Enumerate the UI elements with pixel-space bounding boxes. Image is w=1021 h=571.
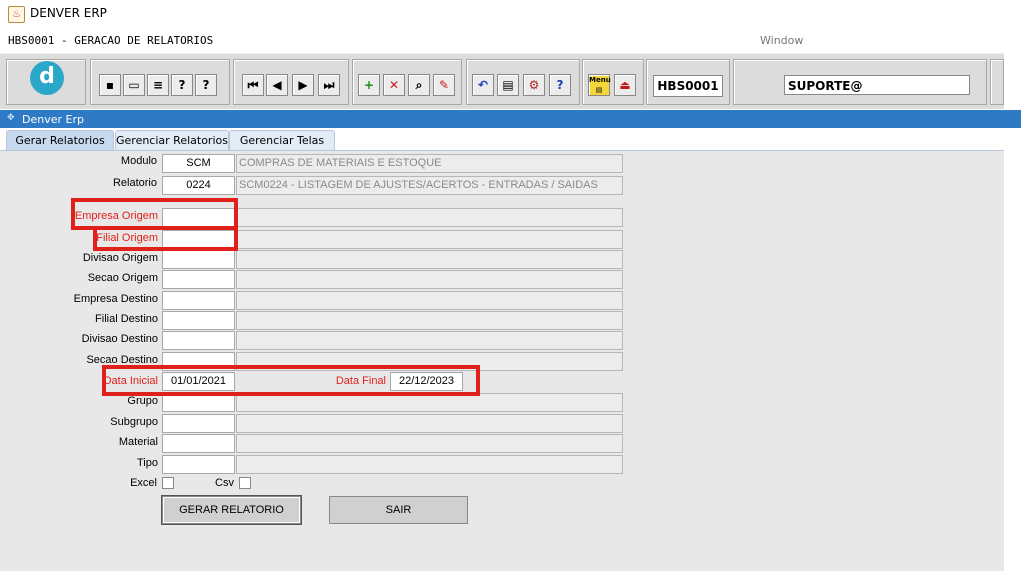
help-icon[interactable]: ? xyxy=(549,74,571,96)
first-record-icon[interactable]: ⏮ xyxy=(242,74,264,96)
sair-button[interactable]: SAIR xyxy=(329,496,468,524)
divisao-destino-field[interactable] xyxy=(162,331,235,350)
menu-icon[interactable]: Menu ▤ xyxy=(588,74,611,96)
divisao-destino-label: Divisao Destino xyxy=(81,333,158,345)
filial-destino-field[interactable] xyxy=(162,311,235,330)
tools-group: ↶ ▤ ⚙ ? xyxy=(466,59,580,105)
exit-icon[interactable]: ⏏ xyxy=(614,74,636,96)
modulo-desc: COMPRAS DE MATERIAIS E ESTOQUE xyxy=(236,154,623,173)
tab-gerar-relatorios[interactable]: Gerar Relatorios xyxy=(6,130,114,151)
tipo-desc xyxy=(236,455,623,474)
secao-origem-desc xyxy=(236,270,623,289)
toolbar-edge xyxy=(990,59,1004,105)
app-frame-icon: ✥ xyxy=(7,113,15,123)
record-group: + ✕ ⌕ ✎ xyxy=(352,59,462,105)
help-query-icon[interactable]: ? xyxy=(171,74,193,96)
divisao-origem-label: Divisao Origem xyxy=(82,252,158,264)
edit-icon[interactable]: ✎ xyxy=(433,74,455,96)
window-title: DENVER ERP xyxy=(30,6,107,20)
highlight-dates xyxy=(102,365,480,396)
tipo-label: Tipo xyxy=(137,457,158,469)
user-group: SUPORTE@ xyxy=(733,59,987,105)
csv-label: Csv xyxy=(215,477,234,489)
divisao-destino-desc xyxy=(236,331,623,350)
user-name: SUPORTE@ xyxy=(784,75,970,95)
edit-group: ▪ ▭ ≡ ? ? xyxy=(90,59,230,105)
query-icon[interactable]: ⌕ xyxy=(408,74,430,96)
material-field[interactable] xyxy=(162,434,235,453)
java-icon: ♨ xyxy=(8,6,25,23)
secao-origem-label: Secao Origem xyxy=(87,272,158,284)
filial-destino-label: Filial Destino xyxy=(95,313,158,325)
print-icon[interactable]: ≡ xyxy=(147,74,169,96)
last-record-icon[interactable]: ⏭ xyxy=(318,74,340,96)
program-code: HBS0001 xyxy=(653,75,723,97)
grupo-label: Grupo xyxy=(127,395,158,407)
prev-record-icon[interactable]: ◀ xyxy=(266,74,288,96)
toolbar: ▪ ▭ ≡ ? ? ⏮ ◀ ▶ ⏭ + ✕ ⌕ ✎ ↶ ▤ ⚙ ? Menu ▤ … xyxy=(0,53,1004,109)
window-icon[interactable]: ▭ xyxy=(123,74,145,96)
help-query-alt-icon[interactable]: ? xyxy=(195,74,217,96)
tab-gerenciar-telas[interactable]: Gerenciar Telas xyxy=(229,130,335,151)
undo-icon[interactable]: ↶ xyxy=(472,74,494,96)
form-title: HBS0001 - GERACAO DE RELATORIOS xyxy=(8,34,214,47)
csv-checkbox[interactable] xyxy=(239,477,251,489)
window-titlebar: ♨ DENVER ERP xyxy=(0,0,1021,29)
subgrupo-label: Subgrupo xyxy=(110,416,158,428)
empresa-origem-desc xyxy=(236,208,623,227)
relatorio-label: Relatorio xyxy=(112,177,157,189)
filial-origem-desc xyxy=(236,230,623,249)
divisao-origem-field[interactable] xyxy=(162,250,235,269)
menu-group: Menu ▤ ⏏ xyxy=(582,59,644,105)
relatorio-desc: SCM0224 - LISTAGEM DE AJUSTES/ACERTOS - … xyxy=(236,176,623,195)
navigation-group: ⏮ ◀ ▶ ⏭ xyxy=(233,59,349,105)
filial-destino-desc xyxy=(236,311,623,330)
window-menu[interactable]: Window xyxy=(760,34,803,47)
relatorio-code-field[interactable]: 0224 xyxy=(162,176,235,195)
tipo-field[interactable] xyxy=(162,455,235,474)
divisao-origem-desc xyxy=(236,250,623,269)
gerar-relatorio-button[interactable]: GERAR RELATORIO xyxy=(162,496,301,524)
empresa-destino-desc xyxy=(236,291,623,310)
subgrupo-desc xyxy=(236,414,623,433)
app-header: ✥ Denver Erp xyxy=(0,110,1021,128)
app-header-title: Denver Erp xyxy=(22,113,84,126)
material-label: Material xyxy=(118,436,158,448)
denver-logo-icon: d xyxy=(30,61,64,95)
save-icon[interactable]: ▪ xyxy=(99,74,121,96)
delete-record-icon[interactable]: ✕ xyxy=(383,74,405,96)
tab-gerenciar-relatorios[interactable]: Gerenciar Relatorios xyxy=(115,130,229,151)
material-desc xyxy=(236,434,623,453)
subgrupo-field[interactable] xyxy=(162,414,235,433)
tools-icon[interactable]: ⚙ xyxy=(523,74,545,96)
modulo-code-field[interactable]: SCM xyxy=(162,154,235,173)
next-record-icon[interactable]: ▶ xyxy=(292,74,314,96)
highlight-filial-origem xyxy=(93,226,238,251)
secao-origem-field[interactable] xyxy=(162,270,235,289)
tab-bar: Gerar Relatorios Gerenciar Relatorios Ge… xyxy=(0,128,1004,151)
program-group: HBS0001 xyxy=(646,59,730,105)
empresa-destino-field[interactable] xyxy=(162,291,235,310)
modulo-label: Modulo xyxy=(120,155,157,167)
clipboard-icon[interactable]: ▤ xyxy=(497,74,519,96)
form-title-bar: HBS0001 - GERACAO DE RELATORIOS Window xyxy=(0,29,1004,54)
insert-record-icon[interactable]: + xyxy=(358,74,380,96)
empresa-destino-label: Empresa Destino xyxy=(73,293,158,305)
